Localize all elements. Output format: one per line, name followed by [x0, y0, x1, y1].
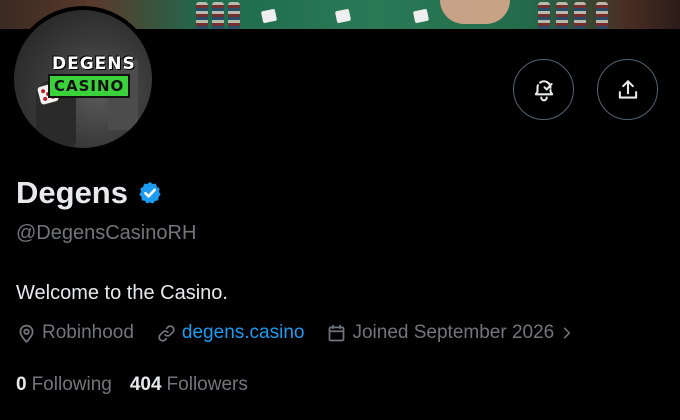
- share-upload-icon: [618, 79, 637, 99]
- bell-check-icon: [534, 79, 553, 101]
- following-link[interactable]: 0 Following: [16, 374, 112, 396]
- banner-chip-stack: [228, 2, 240, 29]
- banner-chip-stack: [196, 2, 208, 29]
- avatar-logo-line2: CASINO: [48, 74, 131, 98]
- followers-count: 404: [129, 374, 162, 395]
- avatar-logo-line1: DEGENS: [52, 54, 136, 74]
- link-icon: [158, 324, 175, 342]
- banner-card: [412, 8, 430, 24]
- location-text: Robinhood: [42, 322, 134, 343]
- display-name: Degens: [16, 175, 128, 210]
- profile-avatar[interactable]: DEGENS CASINO: [10, 6, 156, 152]
- share-button[interactable]: [597, 59, 658, 120]
- location-item: Robinhood: [16, 322, 134, 344]
- banner-card: [334, 8, 352, 24]
- avatar-image: DEGENS CASINO: [14, 10, 152, 148]
- banner-chip-stack: [212, 2, 224, 29]
- banner-chip-stack: [596, 2, 608, 29]
- website-link[interactable]: degens.casino: [182, 322, 305, 344]
- banner-chip-stack: [556, 2, 568, 29]
- banner-hand: [440, 0, 510, 24]
- joined-text: Joined September 2026: [352, 322, 555, 343]
- following-label: Following: [31, 374, 112, 395]
- location-pin-icon: [19, 324, 34, 343]
- chevron-right-icon: [564, 327, 571, 339]
- banner-chip-stack: [538, 2, 550, 29]
- joined-item[interactable]: Joined September 2026: [326, 322, 579, 344]
- profile-name-row: Degens: [16, 175, 163, 211]
- following-count: 0: [16, 374, 27, 395]
- followers-label: Followers: [166, 374, 248, 395]
- banner-card: [260, 8, 278, 24]
- profile-stats: 0 Following 404 Followers: [16, 374, 266, 396]
- website-item[interactable]: degens.casino: [156, 322, 305, 344]
- profile-bio: Welcome to the Casino.: [16, 282, 228, 304]
- notifications-button[interactable]: [513, 59, 574, 120]
- followers-link[interactable]: 404 Followers: [130, 374, 248, 396]
- banner-chip-stack: [574, 2, 586, 29]
- verified-badge-icon[interactable]: [137, 180, 163, 206]
- calendar-icon: [329, 324, 345, 341]
- profile-meta: Robinhood degens.casino Joined September…: [16, 322, 601, 344]
- profile-handle: @DegensCasinoRH: [16, 222, 197, 244]
